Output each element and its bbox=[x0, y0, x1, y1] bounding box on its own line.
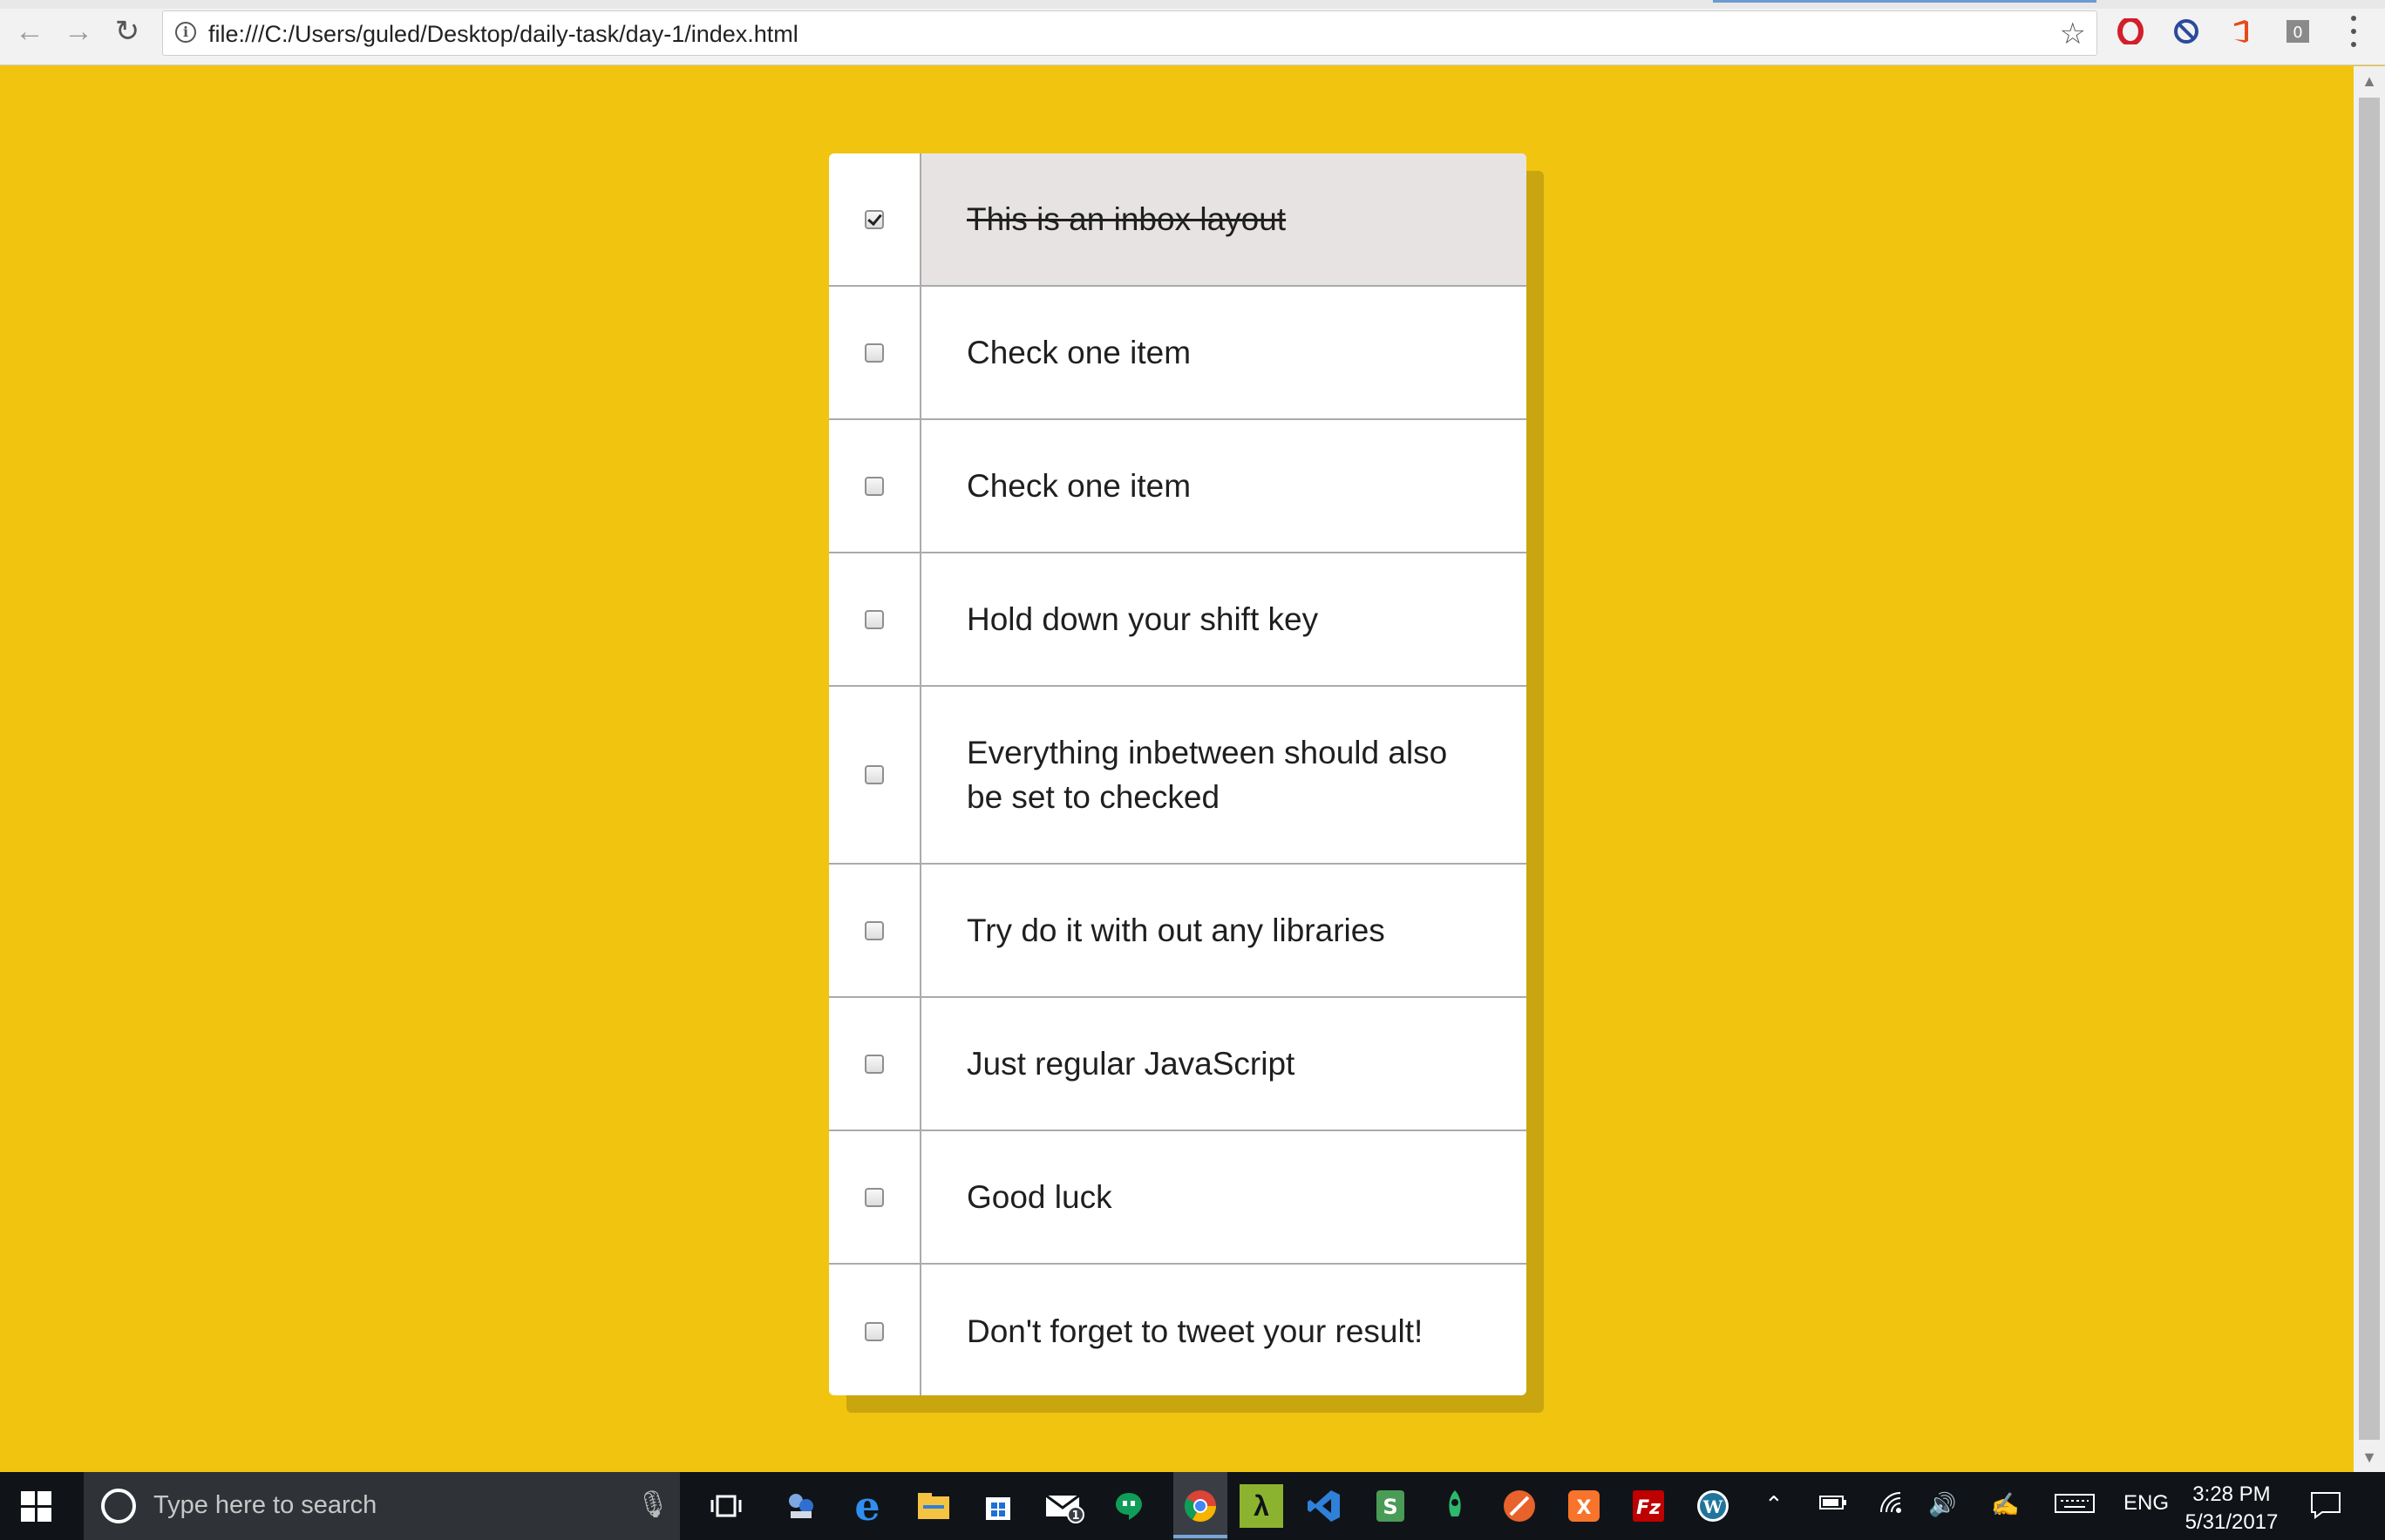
item-checkbox[interactable] bbox=[865, 920, 884, 940]
store-icon[interactable] bbox=[976, 1484, 1020, 1528]
svg-text:S: S bbox=[1383, 1495, 1397, 1519]
item-label: Just regular JavaScript bbox=[967, 1046, 1295, 1082]
item-label: Good luck bbox=[967, 1179, 1112, 1215]
bookmark-star-icon[interactable]: ☆ bbox=[2060, 17, 2086, 51]
hangouts-icon[interactable] bbox=[1107, 1484, 1151, 1528]
svg-text:1: 1 bbox=[1071, 1509, 1079, 1523]
item-label: Hold down your shift key bbox=[967, 601, 1319, 637]
taskbar: Type here to search 🎙 e 1 λ S X Fz W ⌃ 🔊… bbox=[0, 1472, 2385, 1540]
chrome-icon[interactable] bbox=[1173, 1472, 1227, 1540]
checkbox-cell bbox=[829, 420, 921, 552]
edge-icon[interactable]: e bbox=[846, 1482, 889, 1530]
item-checkbox[interactable] bbox=[865, 1321, 884, 1341]
xampp-icon[interactable]: X bbox=[1562, 1484, 1606, 1528]
item-label: Check one item bbox=[967, 335, 1192, 370]
inbox-item[interactable]: Check one item bbox=[829, 287, 1526, 420]
volume-icon[interactable]: 🔊 bbox=[1928, 1491, 1956, 1518]
svg-text:X: X bbox=[1577, 1497, 1592, 1519]
inbox-item[interactable]: Try do it with out any libraries bbox=[829, 865, 1526, 998]
search-placeholder[interactable]: Type here to search bbox=[153, 1491, 377, 1520]
inbox-item[interactable]: Don't forget to tweet your result! bbox=[829, 1265, 1526, 1395]
task-view-icon[interactable] bbox=[704, 1484, 748, 1528]
address-bar[interactable]: i file:///C:/Users/guled/Desktop/daily-t… bbox=[162, 10, 2097, 56]
scroll-down-arrow-icon[interactable]: ▼ bbox=[2354, 1442, 2385, 1472]
browser-toolbar: ← → ↻ i file:///C:/Users/guled/Desktop/d… bbox=[0, 0, 2385, 65]
pen-workspace-icon[interactable]: ✍ bbox=[1991, 1491, 2019, 1518]
opera-icon[interactable] bbox=[2115, 16, 2146, 47]
clock-time: 3:28 PM bbox=[2192, 1482, 2271, 1506]
back-button[interactable]: ← bbox=[10, 12, 49, 51]
checkbox-cell bbox=[829, 998, 921, 1130]
rocket-app-icon[interactable] bbox=[1433, 1484, 1477, 1528]
scroll-up-arrow-icon[interactable]: ▲ bbox=[2354, 66, 2385, 96]
office-icon[interactable] bbox=[2225, 16, 2256, 47]
tab-indicator bbox=[1713, 0, 2096, 3]
show-hidden-icons-chevron-icon[interactable]: ⌃ bbox=[1764, 1491, 1784, 1518]
checkbox-cell bbox=[829, 287, 921, 418]
clock[interactable]: 3:28 PM 5/31/2017 bbox=[2171, 1481, 2293, 1537]
item-label: Try do it with out any libraries bbox=[967, 912, 1385, 948]
browser-menu-icon[interactable] bbox=[2343, 16, 2364, 47]
inbox-item[interactable]: This is an inbox layout bbox=[829, 153, 1526, 287]
wordpress-icon[interactable]: W bbox=[1691, 1484, 1735, 1528]
checkbox-cell bbox=[829, 553, 921, 685]
page-scrollbar[interactable]: ▲ ▼ bbox=[2354, 66, 2385, 1472]
item-checkbox[interactable] bbox=[865, 343, 884, 363]
item-checkbox[interactable] bbox=[865, 609, 884, 629]
people-app-icon[interactable] bbox=[779, 1484, 823, 1528]
inbox-item[interactable]: Good luck bbox=[829, 1131, 1526, 1265]
item-checkbox[interactable] bbox=[865, 476, 884, 496]
checkbox-cell bbox=[829, 1265, 921, 1395]
item-checkbox[interactable] bbox=[865, 765, 884, 784]
url-text[interactable]: file:///C:/Users/guled/Desktop/daily-tas… bbox=[208, 21, 798, 48]
inbox: This is an inbox layout Check one item C… bbox=[829, 153, 1526, 1395]
taskbar-search[interactable]: Type here to search 🎙 bbox=[84, 1472, 680, 1540]
mail-icon[interactable]: 1 bbox=[1043, 1484, 1086, 1528]
clock-date: 5/31/2017 bbox=[2185, 1510, 2279, 1534]
block-icon[interactable] bbox=[2171, 16, 2202, 47]
touch-keyboard-icon[interactable] bbox=[2054, 1491, 2096, 1520]
counter-icon[interactable]: 0 bbox=[2282, 16, 2314, 47]
svg-text:Fz: Fz bbox=[1636, 1497, 1661, 1519]
item-checkbox[interactable] bbox=[865, 1054, 884, 1074]
checkbox-cell bbox=[829, 1131, 921, 1263]
item-label: Don't forget to tweet your result! bbox=[967, 1313, 1424, 1349]
item-label: Everything inbetween should also be set … bbox=[967, 735, 1448, 815]
checkbox-cell bbox=[829, 865, 921, 996]
lambda-app-icon[interactable]: λ bbox=[1240, 1484, 1283, 1528]
inbox-item[interactable]: Everything inbetween should also be set … bbox=[829, 687, 1526, 865]
svg-text:W: W bbox=[1702, 1496, 1723, 1517]
inbox-item[interactable]: Check one item bbox=[829, 420, 1526, 553]
info-icon[interactable]: i bbox=[175, 22, 196, 43]
svg-text:0: 0 bbox=[2293, 24, 2302, 42]
windows-start-icon[interactable] bbox=[21, 1491, 52, 1523]
sublime-icon[interactable]: S bbox=[1369, 1484, 1412, 1528]
pen-tool-icon[interactable] bbox=[1498, 1484, 1541, 1528]
reload-button[interactable]: ↻ bbox=[108, 12, 146, 51]
wifi-icon[interactable] bbox=[1879, 1491, 1906, 1520]
item-checkbox[interactable] bbox=[865, 1187, 884, 1207]
microphone-icon[interactable]: 🎙 bbox=[636, 1489, 669, 1520]
tab-strip bbox=[0, 0, 2385, 9]
item-label: This is an inbox layout bbox=[921, 153, 1526, 285]
item-checkbox[interactable] bbox=[865, 209, 884, 229]
vscode-icon[interactable] bbox=[1302, 1484, 1346, 1528]
inbox-item[interactable]: Just regular JavaScript bbox=[829, 998, 1526, 1131]
cortana-icon[interactable] bbox=[101, 1489, 136, 1523]
inbox-item[interactable]: Hold down your shift key bbox=[829, 553, 1526, 687]
scroll-thumb[interactable] bbox=[2359, 98, 2380, 1440]
action-center-icon[interactable] bbox=[2310, 1491, 2341, 1525]
file-explorer-icon[interactable] bbox=[912, 1484, 955, 1528]
item-label: Check one item bbox=[967, 468, 1192, 504]
checkbox-cell bbox=[829, 687, 921, 863]
battery-icon[interactable] bbox=[1818, 1491, 1848, 1520]
filezilla-icon[interactable]: Fz bbox=[1627, 1484, 1670, 1528]
checkbox-cell bbox=[829, 153, 921, 285]
input-language[interactable]: ENG bbox=[2123, 1491, 2169, 1516]
forward-button[interactable]: → bbox=[59, 12, 98, 51]
